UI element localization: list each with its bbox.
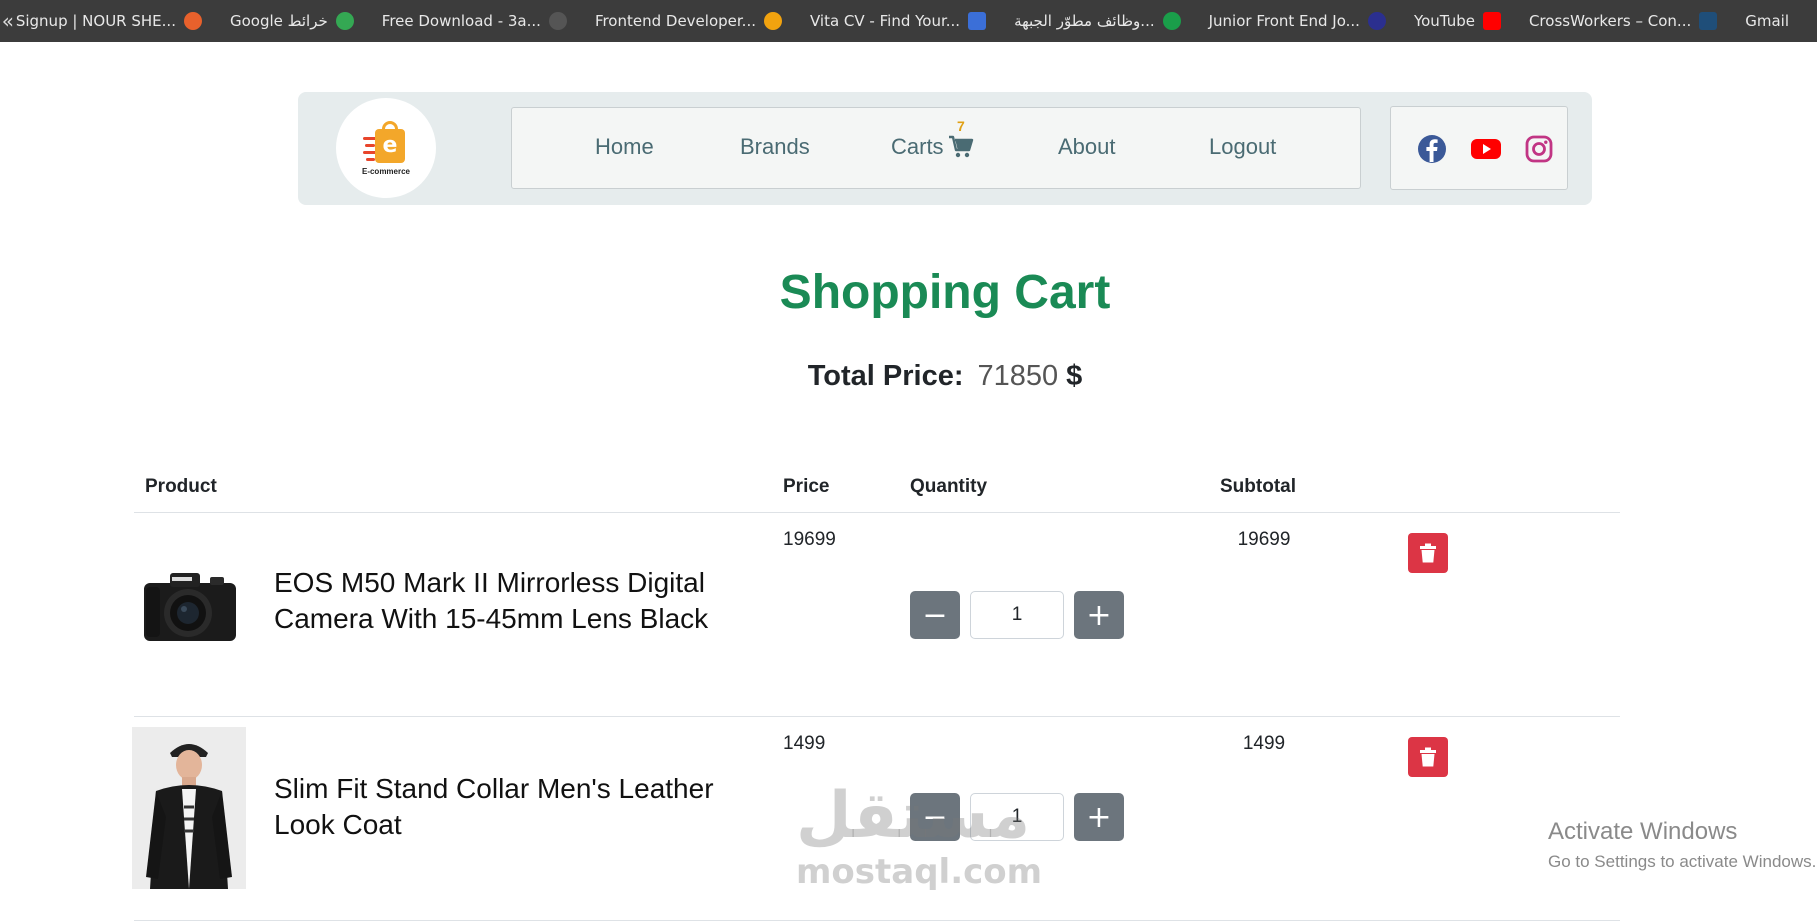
logo-text: E-commerce — [361, 166, 411, 176]
green-logo-icon — [1162, 12, 1181, 30]
logo-letter: e — [375, 128, 405, 163]
nav-link-about[interactable]: About — [1058, 134, 1116, 160]
product-name: EOS M50 Mark II Mirrorless Digital Camer… — [274, 567, 709, 634]
man-in-coat-photo — [132, 727, 246, 889]
youtube-icon — [1482, 12, 1501, 30]
bookmark-label: Frontend Developer... — [594, 12, 756, 30]
header-subtotal: Subtotal — [1220, 476, 1296, 497]
circle-orange-icon — [183, 12, 202, 30]
activate-windows-title: Activate Windows — [1548, 818, 1738, 845]
cart-icon — [948, 135, 973, 158]
product-image-camera — [144, 573, 236, 641]
total-price-label: Total Price: — [807, 360, 964, 392]
product-price: 1499 — [783, 733, 826, 754]
total-price-value: 71850 — [977, 360, 1059, 392]
nav-link-carts-label: Carts — [891, 134, 944, 159]
bookmark-label: CrossWorkers – Con... — [1528, 12, 1692, 30]
crossworkers-icon — [1699, 12, 1718, 30]
header-quantity: Quantity — [910, 476, 988, 497]
activate-windows-subtitle: Go to Settings to activate Windows. — [1548, 852, 1817, 871]
bookmark-item[interactable]: Gmail — [1745, 12, 1789, 30]
bookmark-label: وظائف مطوّر الجبهة... — [1014, 12, 1155, 30]
bookmarks-bar: « Signup | NOUR SHE... Google خرائط Free… — [0, 0, 1817, 42]
trash-icon — [1420, 543, 1436, 563]
bookmark-label: Vita CV - Find Your... — [809, 12, 961, 30]
increase-quantity-button[interactable]: + — [1074, 793, 1124, 841]
bookmark-label: Signup | NOUR SHE... — [15, 12, 176, 30]
nav-link-logout[interactable]: Logout — [1209, 134, 1276, 160]
bookmark-item[interactable]: وظائف مطوّر الجبهة... — [1014, 12, 1181, 30]
bookmark-item[interactable]: Signup | NOUR SHE... — [16, 12, 202, 30]
header-product: Product — [145, 476, 217, 497]
bookmark-item[interactable]: Junior Front End Jo... — [1209, 12, 1386, 30]
dark-circle-icon — [548, 12, 567, 30]
product-price: 19699 — [783, 529, 836, 550]
header-price: Price — [783, 476, 830, 497]
quantity-input[interactable] — [970, 591, 1064, 639]
watermark-arabic: مستقل — [796, 779, 1031, 853]
increase-quantity-button[interactable]: + — [1074, 591, 1124, 639]
facebook-icon[interactable] — [1417, 134, 1447, 164]
shopping-bag-logo-icon: e — [363, 120, 409, 165]
bookmark-item[interactable]: YouTube — [1414, 12, 1501, 30]
cart-table-header: Product Price Quantity Subtotal — [134, 468, 1620, 513]
activate-windows-notice: Activate Windows Go to Settings to activ… — [1548, 818, 1816, 872]
decrease-quantity-button[interactable]: − — [910, 591, 960, 639]
star-orange-icon — [763, 12, 782, 30]
trash-icon — [1420, 747, 1436, 767]
product-subtotal: 1499 — [1242, 733, 1286, 754]
product-image-coat — [132, 727, 246, 889]
navbar: e E-commerce Home Brands Carts 7 About L… — [298, 92, 1592, 205]
cart-count-badge: 7 — [957, 118, 965, 134]
nav-link-brands[interactable]: Brands — [740, 134, 810, 160]
vita-icon — [968, 12, 987, 30]
bookmark-item[interactable]: Free Download - 3a... — [382, 12, 567, 30]
quantity-stepper: − + — [910, 591, 1124, 639]
site-logo[interactable]: e E-commerce — [336, 98, 436, 198]
bookmark-label: Gmail — [1745, 12, 1789, 30]
navy-logo-icon — [1367, 12, 1386, 30]
bookmark-label: YouTube — [1413, 12, 1475, 30]
social-links — [1390, 106, 1568, 190]
bookmark-label: Google خرائط — [229, 12, 328, 30]
instagram-icon[interactable] — [1524, 134, 1554, 164]
page-title: Shopping Cart — [779, 266, 1111, 319]
watermark: مستقل mostaql.com — [796, 779, 1043, 892]
bookmark-item[interactable]: Frontend Developer... — [595, 12, 782, 30]
watermark-domain: mostaql.com — [796, 852, 1043, 892]
product-subtotal: 19699 — [1237, 529, 1291, 550]
table-row: EOS M50 Mark II Mirrorless Digital Camer… — [134, 513, 1620, 717]
bookmark-item[interactable]: CrossWorkers – Con... — [1528, 12, 1718, 30]
nav-link-carts[interactable]: Carts 7 — [891, 118, 974, 160]
delete-item-button[interactable] — [1408, 533, 1448, 573]
bookmark-item[interactable]: Vita CV - Find Your... — [809, 12, 987, 30]
maps-pin-icon — [335, 12, 354, 30]
total-price-currency: $ — [1066, 360, 1083, 392]
product-name: Slim Fit Stand Collar Men's Leather Look… — [274, 773, 714, 840]
bookmark-label: Junior Front End Jo... — [1208, 12, 1360, 30]
bookmark-label: Free Download - 3a... — [381, 12, 541, 30]
delete-item-button[interactable] — [1408, 737, 1448, 777]
bookmark-item[interactable]: Google خرائط — [230, 12, 354, 30]
bookmarks-collapse-icon[interactable]: « — [0, 9, 16, 33]
nav-links: Home Brands Carts 7 About Logout — [511, 107, 1361, 189]
nav-link-home[interactable]: Home — [595, 134, 654, 160]
total-price: Total Price: 71850 $ — [0, 360, 1817, 393]
youtube-icon[interactable] — [1470, 134, 1502, 164]
